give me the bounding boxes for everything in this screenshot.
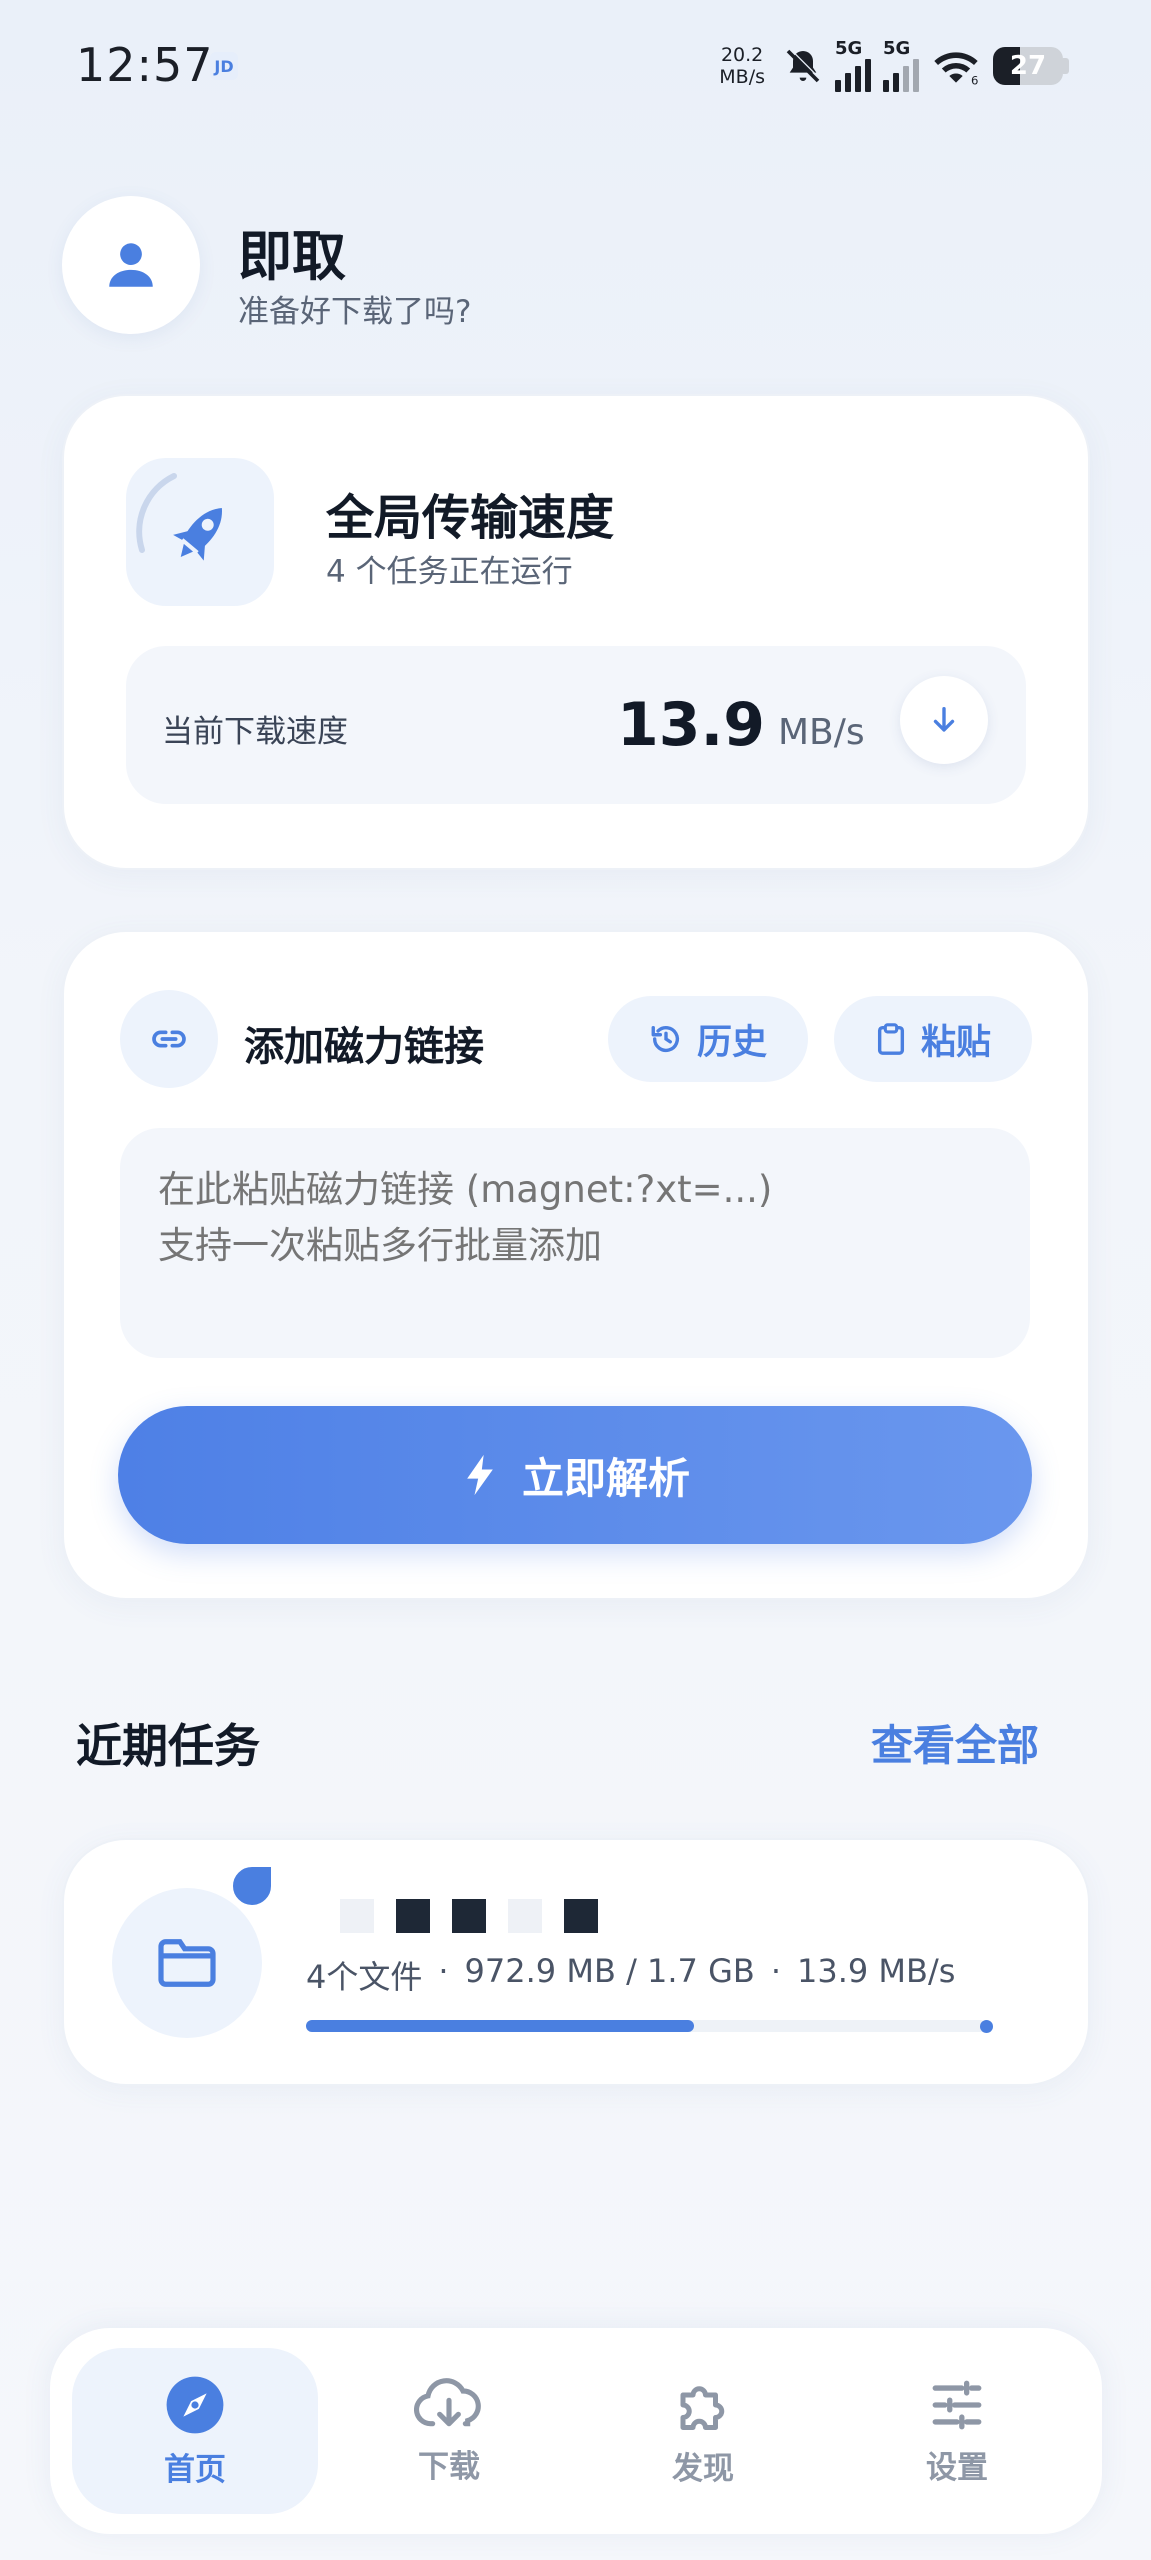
add-magnet-title: 添加磁力链接 bbox=[244, 1024, 484, 1070]
nav-label-discover: 发现 bbox=[672, 2450, 734, 2487]
signal-sim1-icon: 5G bbox=[835, 40, 871, 92]
task-speed: 13.9 MB/s bbox=[797, 1952, 956, 1990]
sim1-label: 5G bbox=[835, 38, 863, 59]
current-speed-unit: MB/s bbox=[778, 712, 865, 753]
nav-item-downloads[interactable]: 下载 bbox=[326, 2348, 572, 2514]
battery-icon: 27 bbox=[993, 47, 1069, 85]
app-notification-icon: JD bbox=[210, 52, 238, 80]
clipboard-icon bbox=[877, 1023, 905, 1055]
network-speed: 20.2 MB/s bbox=[719, 44, 765, 88]
lightning-icon bbox=[467, 1454, 493, 1496]
folder-icon bbox=[158, 1939, 216, 1987]
wifi-icon: 6 bbox=[931, 46, 981, 86]
running-tasks-count: 4 个任务正在运行 bbox=[326, 554, 573, 590]
status-badge bbox=[228, 1862, 276, 1910]
app-subtitle: 准备好下载了吗? bbox=[238, 294, 472, 330]
task-meta: 4个文件 · 972.9 MB / 1.7 GB · 13.9 MB/s bbox=[306, 1952, 955, 1998]
sliders-icon bbox=[932, 2380, 982, 2429]
rocket-icon bbox=[136, 473, 222, 561]
history-label: 历史 bbox=[696, 1022, 767, 1063]
speed-title: 全局传输速度 bbox=[326, 490, 615, 546]
puzzle-icon bbox=[680, 2385, 725, 2430]
task-file-count: 4个文件 bbox=[306, 1958, 423, 1996]
bottom-nav: 首页 下载 发现 设置 bbox=[50, 2328, 1102, 2534]
network-speed-value: 20.2 bbox=[720, 44, 764, 66]
bell-muted-icon bbox=[783, 46, 823, 86]
cloud-download-icon bbox=[414, 2377, 481, 2426]
nav-item-settings[interactable]: 设置 bbox=[834, 2348, 1080, 2514]
paste-label: 粘贴 bbox=[920, 1022, 991, 1063]
rocket-badge bbox=[126, 458, 274, 606]
history-button[interactable]: 历史 bbox=[608, 996, 808, 1082]
avatar[interactable] bbox=[62, 196, 200, 334]
task-name-redacted bbox=[340, 1896, 598, 1936]
paste-button[interactable]: 粘贴 bbox=[834, 996, 1032, 1082]
magnet-link-input[interactable] bbox=[120, 1128, 1030, 1358]
arrow-down-icon bbox=[933, 706, 955, 732]
parse-now-label: 立即解析 bbox=[521, 1453, 690, 1503]
folder-badge bbox=[112, 1888, 262, 2038]
task-progress-bar bbox=[306, 2020, 986, 2032]
status-icons: 20.2 MB/s 5G 5G 6 27 bbox=[719, 36, 1069, 96]
current-speed-label: 当前下载速度 bbox=[162, 714, 348, 750]
status-time: 12:57 bbox=[76, 38, 214, 92]
sim2-label: 5G bbox=[883, 38, 911, 59]
task-progress-fill bbox=[306, 2020, 694, 2032]
download-arrow-button[interactable] bbox=[900, 676, 988, 764]
link-badge bbox=[120, 990, 218, 1088]
nav-label-home: 首页 bbox=[164, 2451, 226, 2488]
meta-separator: · bbox=[438, 1952, 449, 1990]
nav-item-discover[interactable]: 发现 bbox=[580, 2348, 826, 2514]
nav-label-downloads: 下载 bbox=[418, 2448, 480, 2485]
nav-item-home[interactable]: 首页 bbox=[72, 2348, 318, 2514]
wifi-label: 6 bbox=[971, 73, 978, 86]
user-icon bbox=[109, 243, 153, 287]
progress-end-dot bbox=[980, 2020, 993, 2033]
view-all-link[interactable]: 查看全部 bbox=[871, 1712, 1039, 1773]
meta-separator: · bbox=[770, 1952, 781, 1990]
signal-sim2-icon: 5G bbox=[883, 40, 919, 92]
nav-label-settings: 设置 bbox=[926, 2449, 988, 2486]
compass-icon bbox=[166, 2376, 224, 2433]
recent-tasks-title: 近期任务 bbox=[76, 1719, 260, 1773]
current-speed-value: 13.9 bbox=[616, 690, 765, 760]
task-size: 972.9 MB / 1.7 GB bbox=[464, 1952, 755, 1990]
app-title: 即取 bbox=[238, 225, 346, 288]
network-speed-unit: MB/s bbox=[719, 66, 765, 88]
parse-now-button[interactable]: 立即解析 bbox=[118, 1406, 1032, 1544]
history-icon bbox=[651, 1025, 680, 1052]
link-icon bbox=[152, 1030, 186, 1048]
battery-level: 27 bbox=[1009, 51, 1047, 81]
